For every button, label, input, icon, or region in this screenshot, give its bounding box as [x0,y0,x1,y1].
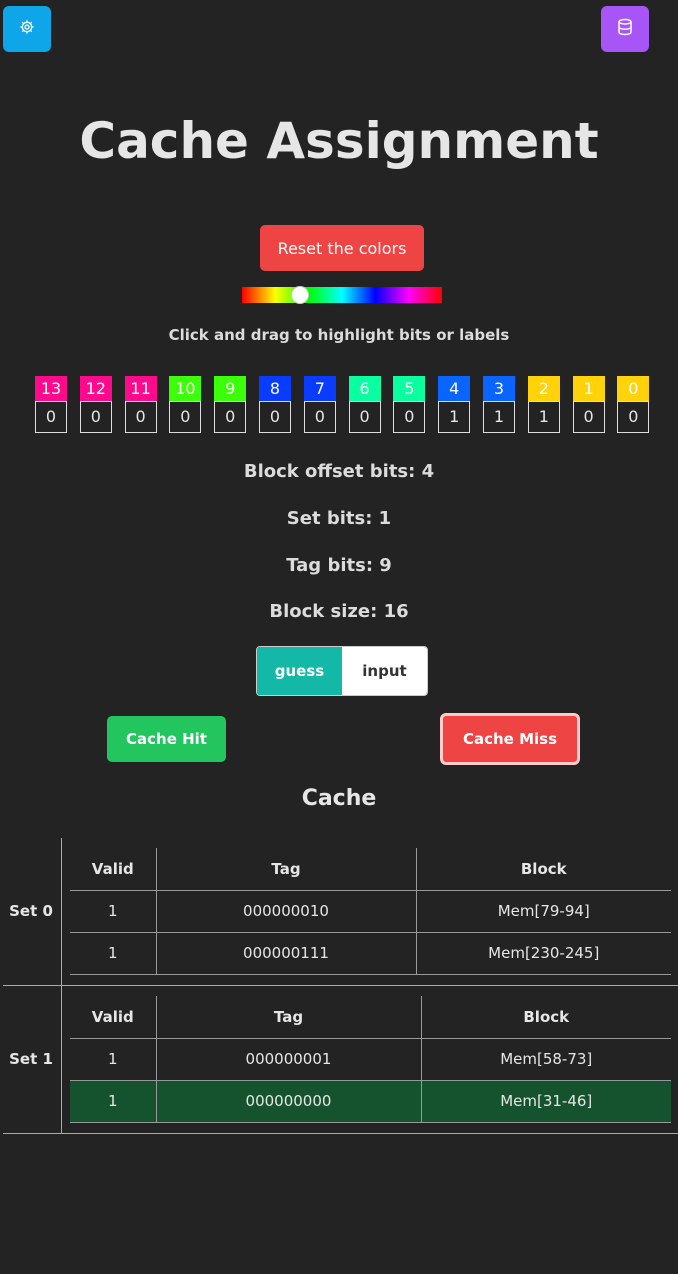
block-cell: Mem[31-46] [421,1080,671,1123]
bit-cell[interactable]: 10 [572,376,605,433]
block-cell: Mem[79-94] [416,890,671,933]
hue-slider[interactable] [242,286,442,304]
bit-cell[interactable]: 31 [483,376,515,433]
bit-label[interactable]: 6 [348,376,381,401]
cache-miss-button[interactable]: Cache Miss [440,713,580,765]
bit-label[interactable]: 9 [214,376,247,401]
bit-label[interactable]: 5 [393,376,426,401]
bit-cell[interactable]: 41 [438,376,471,433]
bit-label[interactable]: 4 [438,376,471,401]
bit-value[interactable]: 0 [35,401,67,433]
guess-mode-button[interactable]: guess [257,647,342,695]
bit-value[interactable]: 0 [79,401,112,433]
bit-cell[interactable]: 80 [259,376,291,433]
cache-hit-button[interactable]: Cache Hit [107,716,226,762]
bit-label[interactable]: 1 [572,376,605,401]
cache-table: Valid Tag Block 1 000000010 Mem[79-94] 1… [70,848,671,975]
highlight-hint: Click and drag to highlight bits or labe… [168,326,510,344]
block-size: Block size: 16 [269,601,409,622]
bit-value[interactable]: 0 [214,401,247,433]
column-header-block: Block [416,848,671,891]
table-row: 1 000000010 Mem[79-94] [70,890,671,933]
database-icon [616,18,634,40]
tag-cell: 000000111 [156,932,417,975]
table-row-highlighted: 1 000000000 Mem[31-46] [70,1080,671,1123]
bit-label[interactable]: 12 [79,376,112,401]
input-mode-button[interactable]: input [342,647,427,695]
address-bits: 13 0 12 0 11 0 10 0 9 0 8 0 7 0 6 0 5 0 4 1 3 1 2 1 1 0 0 0 [35,376,655,436]
bit-value[interactable]: 1 [438,401,471,433]
bit-value[interactable]: 0 [572,401,605,433]
column-header-tag: Tag [156,996,422,1039]
set-label: Set 0 [9,902,53,920]
cache-set-1: Set 1 Valid Tag Block 1 000000001 Mem[58… [0,986,678,1134]
bit-value[interactable]: 0 [617,401,650,433]
table-row: 1 000000111 Mem[230-245] [70,932,671,975]
bit-label[interactable]: 2 [527,376,560,401]
hue-slider-thumb[interactable] [291,286,309,304]
bit-label[interactable]: 8 [259,376,291,401]
bit-value[interactable]: 0 [259,401,291,433]
bit-label[interactable]: 7 [303,376,336,401]
column-header-valid: Valid [70,848,157,891]
cache-title: Cache [301,786,377,811]
block-cell: Mem[230-245] [416,932,671,975]
block-offset-bits: Block offset bits: 4 [243,461,435,482]
block-cell: Mem[58-73] [421,1038,671,1081]
bit-label[interactable]: 3 [483,376,515,401]
database-button[interactable] [601,6,649,52]
valid-cell: 1 [70,1038,157,1081]
bit-cell[interactable]: 11 0 [124,376,157,433]
page-title: Cache Assignment [79,112,599,170]
bit-cell[interactable]: 70 [303,376,336,433]
bit-cell[interactable]: 60 [348,376,381,433]
bit-cell[interactable]: 00 [617,376,650,433]
bit-label[interactable]: 13 [35,376,67,401]
valid-cell: 1 [70,890,157,933]
valid-cell: 1 [70,932,157,975]
bit-cell[interactable]: 12 0 [79,376,112,433]
set-separator [3,1133,678,1134]
set-bits: Set bits: 1 [286,508,392,529]
bit-cell[interactable]: 21 [527,376,560,433]
column-header-block: Block [421,996,671,1039]
bit-label[interactable]: 11 [124,376,157,401]
bit-value[interactable]: 1 [483,401,515,433]
bit-cell[interactable]: 90 [214,376,247,433]
mode-toggle: guess input [256,646,428,696]
bit-cell[interactable]: 13 0 [35,376,67,433]
gear-icon [19,19,35,39]
reset-colors-button[interactable]: Reset the colors [260,225,424,271]
bit-cell[interactable]: 10 0 [169,376,202,433]
column-header-valid: Valid [70,996,157,1039]
settings-button[interactable] [3,6,51,52]
bit-value[interactable]: 0 [348,401,381,433]
tag-bits: Tag bits: 9 [286,555,392,576]
set-divider [61,838,62,986]
bit-value[interactable]: 0 [393,401,426,433]
set-divider [61,986,62,1134]
tag-cell: 000000010 [156,890,417,933]
tag-cell: 000000001 [156,1038,422,1081]
valid-cell: 1 [70,1080,157,1123]
bit-value[interactable]: 1 [527,401,560,433]
bit-label[interactable]: 10 [169,376,202,401]
cache-table: Valid Tag Block 1 000000001 Mem[58-73] 1… [70,996,671,1123]
bit-cell[interactable]: 50 [393,376,426,433]
set-label: Set 1 [9,1050,53,1068]
column-header-tag: Tag [156,848,417,891]
bit-label[interactable]: 0 [617,376,650,401]
bit-value[interactable]: 0 [303,401,336,433]
cache-set-0: Set 0 Valid Tag Block 1 000000010 Mem[79… [0,838,678,986]
bit-value[interactable]: 0 [124,401,157,433]
tag-cell: 000000000 [156,1080,422,1123]
table-row: 1 000000001 Mem[58-73] [70,1038,671,1081]
bit-value[interactable]: 0 [169,401,202,433]
